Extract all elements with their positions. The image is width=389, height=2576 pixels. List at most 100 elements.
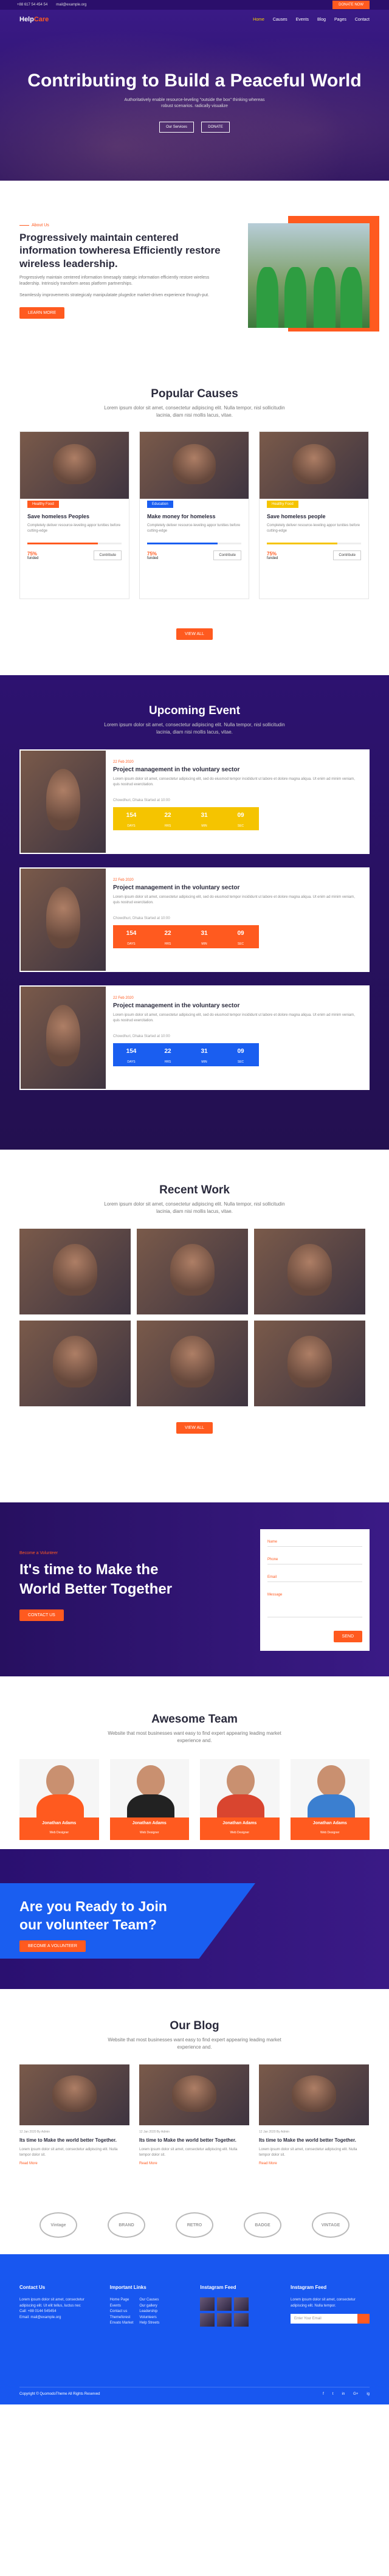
team-subtitle: Website that most businesses want easy t… [108,1731,281,1743]
countdown-value: 154 [126,812,137,819]
blog-title[interactable]: Its time to Make the world better Togeth… [139,2137,249,2144]
gallery-image[interactable] [137,1321,248,1406]
member-name: Jonathan Adams [132,1821,167,1825]
blog-meta: 12 Jan 2020 By Admin [19,2130,50,2134]
learn-more-button[interactable]: LEARN MORE [19,307,65,319]
recent-work-section: Recent Work Lorem ipsum dolor sit amet, … [0,1150,389,1502]
team-title: Awesome Team [151,1713,238,1726]
event-meta: Chowdhuri, Dhaka Started at 10:00 [113,799,170,802]
about-text-2: Seamlessly improvements strategicaly man… [19,293,210,297]
contribute-button[interactable]: Contribute [213,550,241,560]
event-date: 22 Feb 2020 [113,760,134,764]
team-member[interactable]: Jonathan Adams Web Designer [109,1759,189,1840]
gallery-image[interactable] [254,1229,365,1314]
footer-phone: Call: +88 0144 545454 [19,2310,57,2314]
instagram-title: Instagram Feed [200,2285,236,2290]
blog-card[interactable]: 12 Jan 2020 By Admin Its time to Make th… [19,2064,129,2165]
cause-card[interactable]: Healthy Food Save homeless people Comple… [259,431,369,599]
blog-title[interactable]: Its time to Make the world better Togeth… [259,2137,369,2144]
blog-card[interactable]: 12 Jan 2020 By Admin Its time to Make th… [139,2064,249,2165]
footer-link[interactable]: Volunteers [139,2315,159,2321]
footer-contact-text: Lorem ipsum dolor sit amet, consectetur … [19,2298,84,2308]
cause-card[interactable]: Healthy Food Save homeless Peoples Compl… [19,431,129,599]
event-title[interactable]: Project management in the voluntary sect… [113,884,356,891]
newsletter-email-input[interactable]: Enter Your Email [291,2314,358,2324]
twitter-icon[interactable]: t [332,2392,334,2396]
recent-title: Recent Work [159,1184,230,1196]
causes-subtitle: Lorem ipsum dolor sit amet, consectetur … [104,405,285,418]
event-date: 22 Feb 2020 [113,878,134,882]
nav-home[interactable]: Home [253,18,264,22]
event-card[interactable]: 22 Feb 2020 Project management in the vo… [19,985,370,1090]
footer-link[interactable]: Contact us [110,2309,134,2315]
message-field[interactable]: Message [267,1591,362,1617]
linkedin-icon[interactable]: in [342,2392,345,2396]
countdown-unit: HRS [164,1060,171,1064]
donate-now-button[interactable]: DONATE NOW [332,1,370,9]
read-more-link[interactable]: Read More [259,2162,369,2165]
contribute-button[interactable]: Contribute [94,550,122,560]
cause-funded-label: funded [267,556,278,560]
blog-card[interactable]: 12 Jan 2020 By Admin Its time to Make th… [259,2064,369,2165]
gallery-image[interactable] [19,1321,131,1406]
footer: Contact Us Lorem ipsum dolor sit amet, c… [0,2254,389,2404]
event-card[interactable]: 22 Feb 2020 Project management in the vo… [19,749,370,854]
footer-link[interactable]: Themeforest [110,2315,134,2321]
event-card[interactable]: 22 Feb 2020 Project management in the vo… [19,867,370,972]
member-role: Web Designer [49,1831,69,1835]
hero-text: Authoritatively enable resource-leveling… [124,97,265,109]
partner-logo: RETRO [176,2212,213,2238]
logo[interactable]: HelpCare [19,16,49,23]
gallery-image[interactable] [254,1321,365,1406]
nav-blog[interactable]: Blog [317,18,326,22]
event-title[interactable]: Project management in the voluntary sect… [113,1002,356,1009]
services-button[interactable]: Our Services [159,121,194,133]
cause-card[interactable]: Education Make money for homeless Comple… [139,431,249,599]
blog-title[interactable]: Its time to Make the world better Togeth… [19,2137,129,2144]
member-name: Jonathan Adams [222,1821,257,1825]
event-meta: Chowdhuri, Dhaka Started at 10:00 [113,917,170,920]
footer-link[interactable]: Our Causes [139,2297,159,2303]
cause-image [140,432,249,499]
event-meta: Chowdhuri, Dhaka Started at 10:00 [113,1035,170,1038]
causes-view-all-button[interactable]: VIEW ALL [176,628,213,640]
google-plus-icon[interactable]: G+ [353,2392,358,2396]
subscribe-button[interactable] [357,2314,370,2324]
footer-link[interactable]: Leadership [139,2309,159,2315]
footer-link[interactable]: Envato Market [110,2321,134,2327]
gallery-image[interactable] [19,1229,131,1314]
read-more-link[interactable]: Read More [19,2162,129,2165]
read-more-link[interactable]: Read More [139,2162,249,2165]
footer-links-title: Important Links [109,2285,146,2290]
footer-email[interactable]: Email: mail@example.org [19,2315,97,2321]
name-field[interactable]: Name [267,1538,362,1547]
footer-link[interactable]: Help Streets [139,2321,159,2327]
contribute-button[interactable]: Contribute [333,550,361,560]
footer-link[interactable]: Our gallery [139,2303,159,2310]
send-button[interactable]: SEND [333,1631,362,1642]
facebook-icon[interactable]: f [323,2392,324,2396]
instagram-grid[interactable] [200,2297,277,2327]
hero-donate-button[interactable]: DONATE [201,121,230,133]
nav-pages[interactable]: Pages [334,18,346,22]
team-member[interactable]: Jonathan Adams Web Designer [290,1759,370,1840]
instagram-icon[interactable]: ig [367,2392,370,2396]
blog-text: Lorem ipsum dolor sit amet, consectetur … [139,2148,238,2158]
contact-us-button[interactable]: CONTACT US [19,1609,64,1621]
gallery-image[interactable] [137,1229,248,1314]
cause-percent: 75% [147,550,157,557]
nav-causes[interactable]: Causes [273,18,287,22]
become-volunteer-button[interactable]: BECOME A VOLUNTEER [19,1940,86,1952]
nav-events[interactable]: Events [296,18,309,22]
footer-link[interactable]: Home Page [110,2297,134,2303]
nav-contact[interactable]: Contact [355,18,370,22]
email-field[interactable]: Email [267,1573,362,1582]
events-section: Upcoming Event Lorem ipsum dolor sit ame… [0,675,389,1150]
team-member[interactable]: Jonathan Adams Web Designer [19,1759,99,1840]
event-countdown: 154 DAYS 22 HRS 31 MIN 09 SEC [113,1043,259,1066]
team-member[interactable]: Jonathan Adams Web Designer [200,1759,280,1840]
footer-link[interactable]: Events [110,2303,134,2310]
recent-view-all-button[interactable]: VIEW ALL [176,1422,213,1434]
phone-field[interactable]: Phone [267,1555,362,1564]
event-title[interactable]: Project management in the voluntary sect… [113,766,356,773]
